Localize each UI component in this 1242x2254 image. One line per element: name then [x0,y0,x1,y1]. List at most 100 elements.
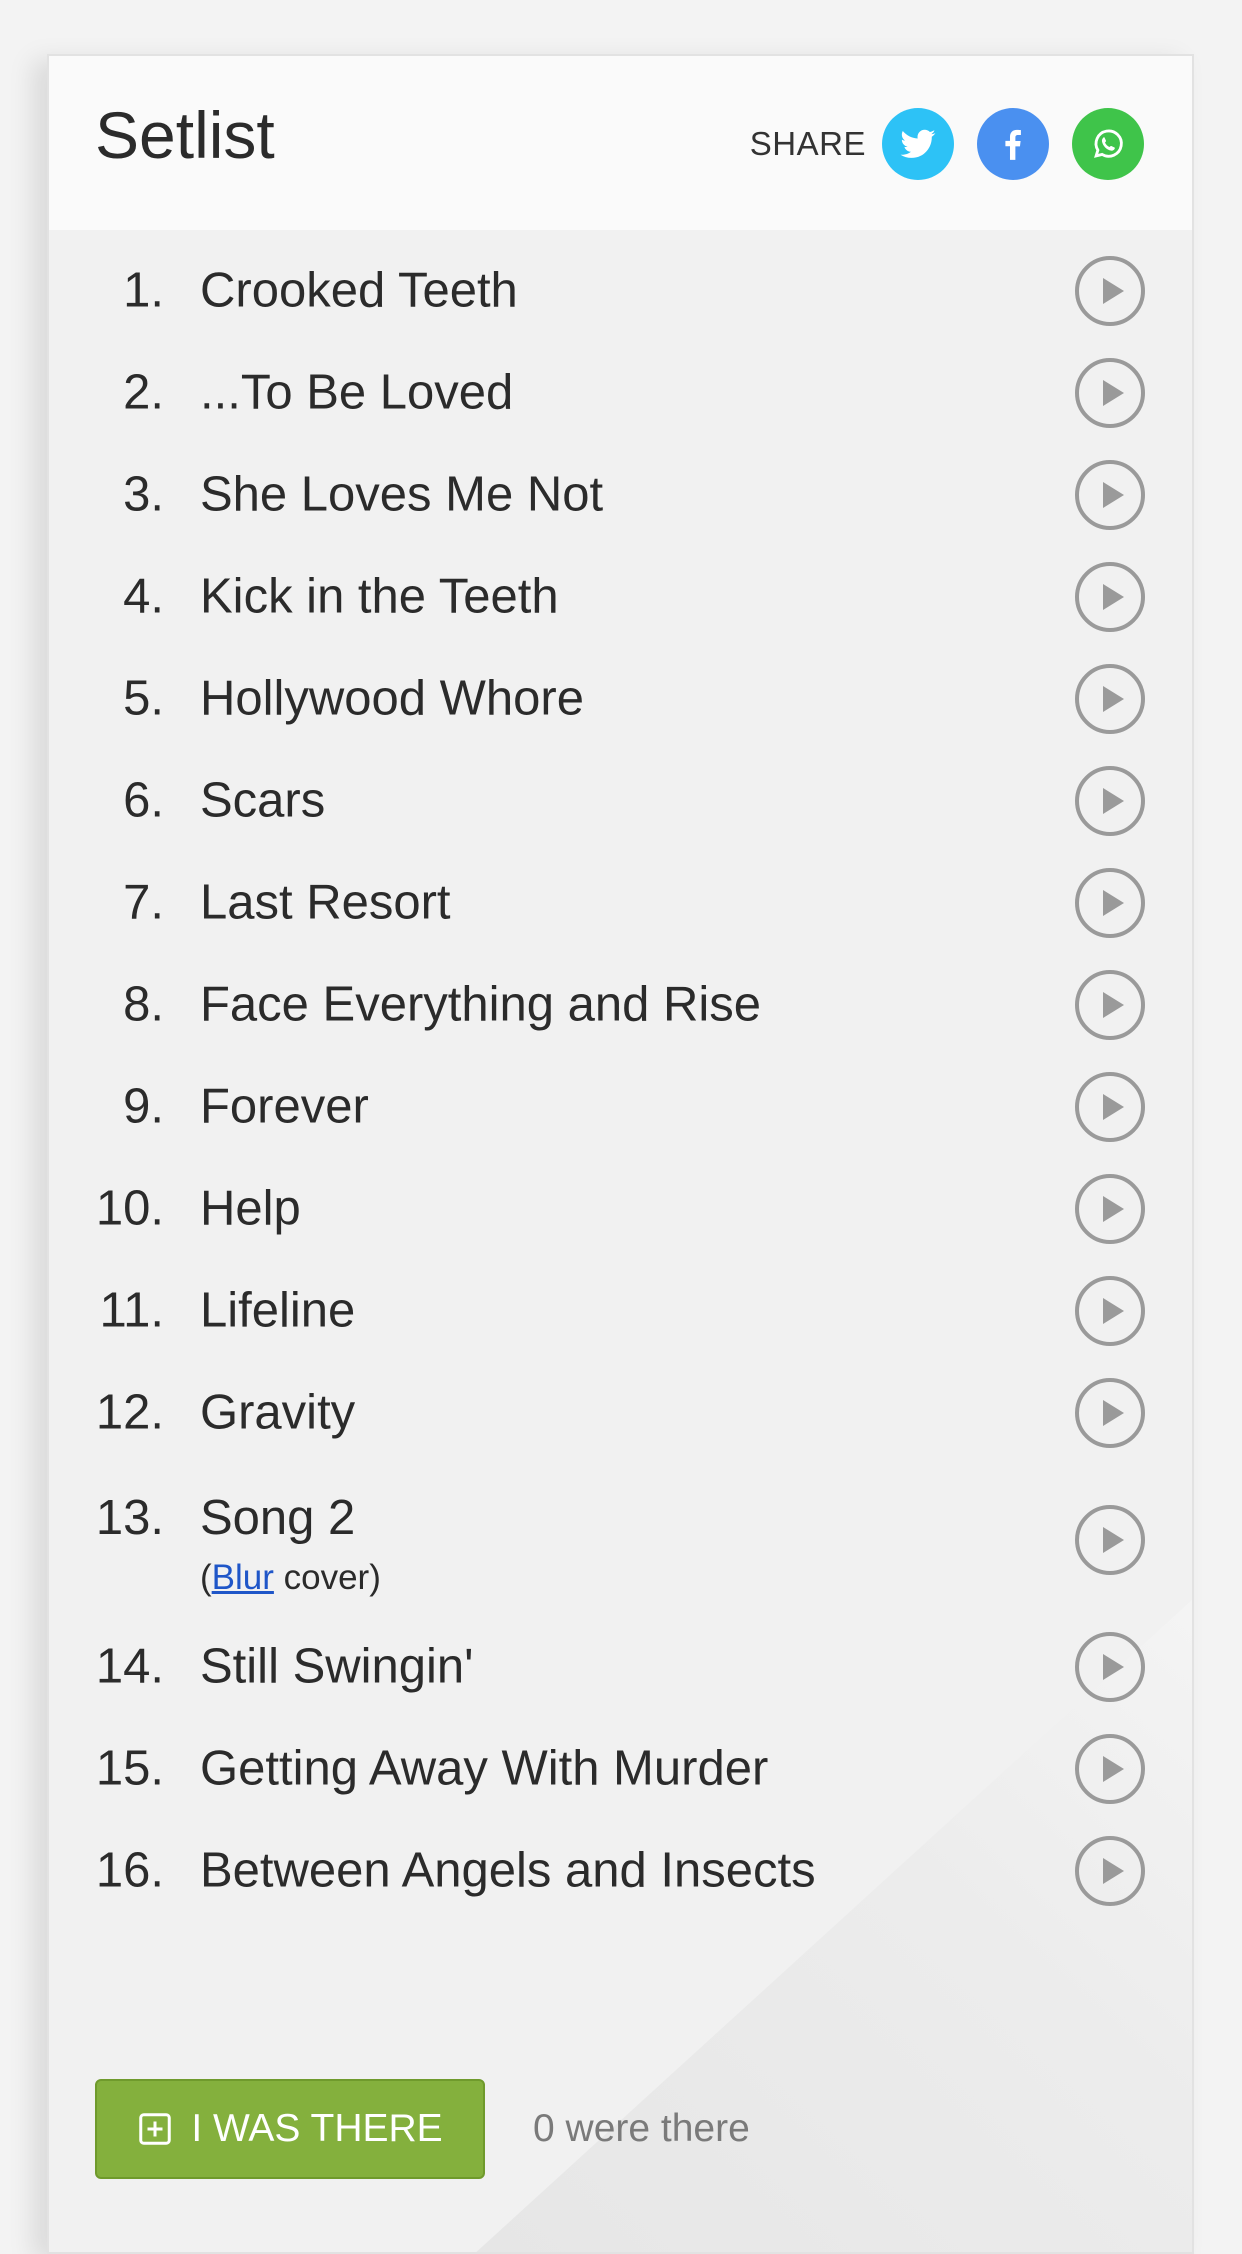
play-button[interactable] [1074,765,1146,837]
play-circle-icon [1075,664,1145,734]
play-circle-icon [1075,766,1145,836]
song-title[interactable]: Lifeline [200,1286,355,1336]
song-title[interactable]: Getting Away With Murder [200,1744,768,1794]
play-button[interactable] [1074,1377,1146,1449]
song-number: 1. [123,263,164,318]
setlist-header: Setlist SHARE [49,56,1192,230]
song-row: 3. She Loves Me Not [49,444,1192,546]
play-button[interactable] [1074,1733,1146,1805]
song-title[interactable]: She Loves Me Not [200,470,603,520]
play-button[interactable] [1074,867,1146,939]
play-button[interactable] [1074,1835,1146,1907]
song-title[interactable]: Help [200,1184,301,1234]
setlist-body: 1. Crooked Teeth 2. ...To Be Loved 3. Sh… [49,230,1192,2252]
song-number: 7. [123,875,164,930]
song-title[interactable]: Forever [200,1082,369,1132]
song-number: 12. [95,1385,164,1440]
song-row: 6. Scars [49,750,1192,852]
play-circle-icon [1075,1836,1145,1906]
share-bar: SHARE [750,108,1144,180]
play-circle-icon [1075,970,1145,1040]
song-number: 16. [95,1843,164,1898]
play-circle-icon [1075,1505,1145,1575]
song-row: 16. Between Angels and Insects [49,1820,1192,1922]
play-circle-icon [1075,1734,1145,1804]
cover-note-suffix: cover) [273,1558,381,1597]
song-row: 14. Still Swingin' [49,1616,1192,1718]
whatsapp-share-button[interactable] [1072,108,1144,180]
setlist-card: Setlist SHARE 1. Crooked Teeth 2. ...To … [47,54,1194,2254]
song-row: 4. Kick in the Teeth [49,546,1192,648]
song-row: 10. Help [49,1158,1192,1260]
song-title[interactable]: Kick in the Teeth [200,572,559,622]
play-button[interactable] [1074,969,1146,1041]
play-circle-icon [1075,1378,1145,1448]
song-row: 11. Lifeline [49,1260,1192,1362]
song-title[interactable]: Hollywood Whore [200,674,584,724]
i-was-there-label: I WAS THERE [191,2107,443,2150]
song-number: 8. [123,977,164,1032]
song-number: 4. [123,569,164,624]
attendance-footer: I WAS THERE 0 were there [95,2079,750,2179]
song-title[interactable]: Scars [200,776,325,826]
play-button[interactable] [1074,1631,1146,1703]
song-row: 12. Gravity [49,1362,1192,1464]
play-button[interactable] [1074,459,1146,531]
song-title[interactable]: Between Angels and Insects [200,1846,816,1896]
facebook-share-button[interactable] [977,108,1049,180]
song-title[interactable]: ...To Be Loved [200,368,513,418]
song-number: 2. [123,365,164,420]
attendance-count: 0 were there [533,2107,750,2150]
play-button[interactable] [1074,357,1146,429]
song-number: 13. [95,1491,164,1545]
song-title[interactable]: Crooked Teeth [200,266,518,316]
song-row: 2. ...To Be Loved [49,342,1192,444]
song-number: 14. [95,1639,164,1694]
play-button[interactable] [1074,1275,1146,1347]
song-row: 1. Crooked Teeth [49,240,1192,342]
song-title[interactable]: Face Everything and Rise [200,980,761,1030]
twitter-share-button[interactable] [882,108,954,180]
song-number: 15. [95,1741,164,1796]
song-row: 15. Getting Away With Murder [49,1718,1192,1820]
song-number: 10. [95,1181,164,1236]
song-title[interactable]: Gravity [200,1388,355,1438]
song-number: 9. [123,1079,164,1134]
song-number: 6. [123,773,164,828]
play-circle-icon [1075,358,1145,428]
song-title[interactable]: Still Swingin' [200,1642,474,1692]
song-row: 5. Hollywood Whore [49,648,1192,750]
play-circle-icon [1075,1632,1145,1702]
play-button[interactable] [1074,1071,1146,1143]
whatsapp-icon [1094,129,1123,158]
twitter-icon [900,129,936,158]
song-row: 13. Song 2 (Blur cover) [49,1464,1192,1616]
play-circle-icon [1075,1276,1145,1346]
cover-note-prefix: ( [200,1558,212,1597]
play-circle-icon [1075,256,1145,326]
share-label: SHARE [749,125,866,162]
cover-note: (Blur cover) [200,1560,381,1595]
play-button[interactable] [1074,561,1146,633]
song-number: 5. [123,671,164,726]
song-title[interactable]: Song 2 [200,1494,355,1543]
play-circle-icon [1075,1072,1145,1142]
play-button[interactable] [1074,663,1146,735]
play-circle-icon [1075,562,1145,632]
song-title[interactable]: Last Resort [200,878,451,928]
play-circle-icon [1075,1174,1145,1244]
song-number: 3. [123,467,164,522]
i-was-there-button[interactable]: I WAS THERE [95,2079,485,2179]
play-button[interactable] [1074,1504,1146,1576]
song-row: 7. Last Resort [49,852,1192,954]
play-circle-icon [1075,460,1145,530]
setlist-title: Setlist [95,98,275,172]
play-circle-icon [1075,868,1145,938]
play-button[interactable] [1074,255,1146,327]
song-row: 8. Face Everything and Rise [49,954,1192,1056]
cover-artist-link[interactable]: Blur [212,1558,274,1597]
plus-square-icon [139,2113,172,2145]
song-number: 11. [99,1283,164,1338]
facebook-icon [1005,129,1021,160]
play-button[interactable] [1074,1173,1146,1245]
